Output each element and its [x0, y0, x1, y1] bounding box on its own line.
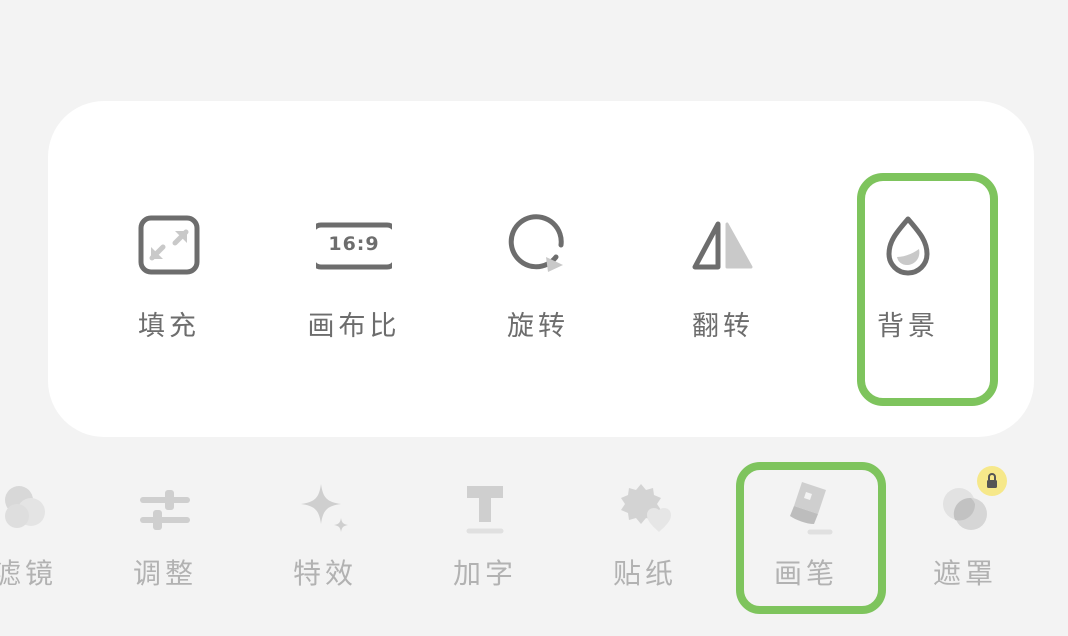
- aspect-ratio-badge-text: 16:9: [328, 233, 380, 255]
- sliders-icon: [135, 478, 195, 538]
- toolbar-adjust-label: 调整: [132, 557, 197, 590]
- tool-fill[interactable]: 填充: [104, 101, 234, 437]
- tool-rotate[interactable]: 旋转: [473, 101, 603, 437]
- flip-icon: [685, 213, 761, 279]
- rotate-icon: [500, 213, 576, 279]
- lock-icon: [987, 473, 997, 488]
- toolbar-filter-label: 滤镜: [0, 557, 57, 590]
- toolbar-brush[interactable]: 画笔: [751, 478, 861, 608]
- drop-icon: [870, 213, 946, 279]
- text-t-icon: [455, 478, 515, 538]
- sparkle-icon: [295, 478, 355, 538]
- tool-background-label: 背景: [877, 311, 939, 342]
- toolbar-mask[interactable]: 遮罩: [910, 478, 1020, 608]
- toolbar-brush-label: 画笔: [773, 557, 838, 590]
- aspect-ratio-icon: 16:9: [316, 213, 392, 279]
- tool-background[interactable]: 背景: [843, 101, 973, 437]
- lock-badge: [977, 466, 1007, 496]
- tool-canvas-ratio-label: 画布比: [307, 311, 401, 342]
- toolbar-filter[interactable]: 滤镜: [0, 478, 80, 608]
- toolbar-sticker[interactable]: 贴纸: [590, 478, 700, 608]
- tool-canvas-ratio[interactable]: 16:9 画布比: [289, 101, 419, 437]
- tool-flip-label: 翻转: [692, 311, 754, 342]
- expand-arrows-icon: [131, 213, 207, 279]
- tool-fill-label: 填充: [138, 311, 200, 342]
- toolbar-effects-label: 特效: [292, 557, 357, 590]
- filter-circles-icon: [0, 478, 55, 538]
- brush-icon: [776, 478, 836, 538]
- toolbar-mask-label: 遮罩: [932, 557, 997, 590]
- toolbar-effects[interactable]: 特效: [270, 478, 380, 608]
- toolbar-adjust[interactable]: 调整: [110, 478, 220, 608]
- toolbar-text[interactable]: 加字: [430, 478, 540, 608]
- sticker-icon: [615, 478, 675, 538]
- toolbar-text-label: 加字: [452, 557, 517, 590]
- tool-flip[interactable]: 翻转: [658, 101, 788, 437]
- tool-rotate-label: 旋转: [507, 311, 569, 342]
- toolbar-sticker-label: 贴纸: [612, 557, 677, 590]
- canvas-tools-panel: 填充 16:9 画布比 旋转 翻转 背景: [48, 101, 1034, 437]
